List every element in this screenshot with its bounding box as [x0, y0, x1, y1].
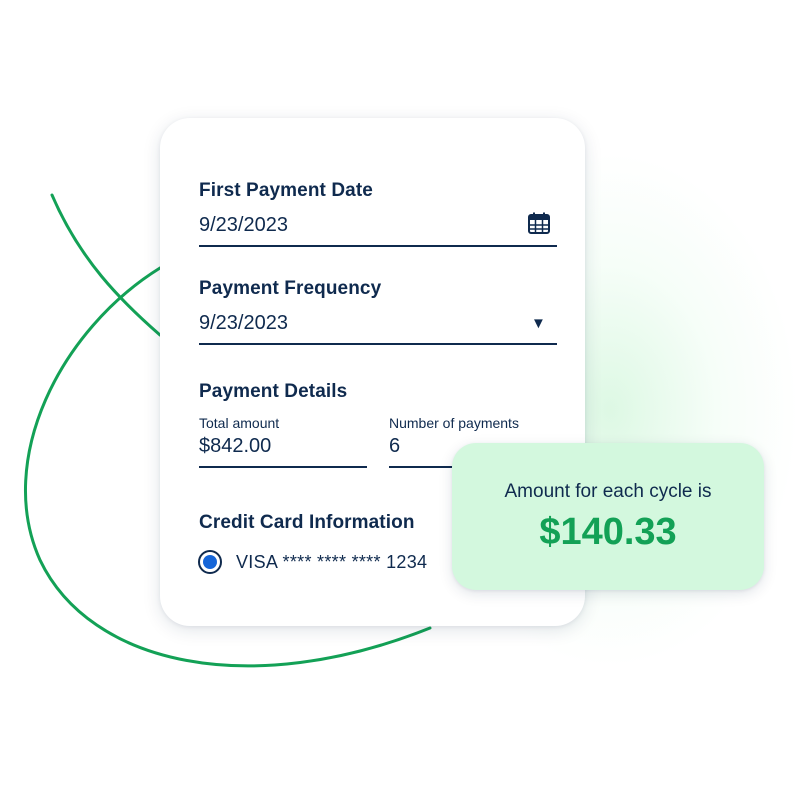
card-number-text[interactable]: VISA **** **** **** 1234: [236, 552, 427, 573]
total-amount-label: Total amount: [199, 415, 280, 431]
first-payment-date-label: First Payment Date: [199, 180, 373, 201]
calendar-icon[interactable]: [528, 212, 550, 234]
payment-frequency-underline: [199, 343, 557, 345]
number-of-payments-label: Number of payments: [389, 415, 519, 431]
result-caption: Amount for each cycle is: [504, 481, 712, 502]
number-of-payments-value[interactable]: 6: [389, 435, 400, 458]
result-box: Amount for each cycle is $140.33: [452, 443, 764, 590]
result-amount: $140.33: [539, 511, 677, 553]
card-radio-button[interactable]: [198, 550, 222, 574]
first-payment-date-value[interactable]: 9/23/2023: [199, 214, 288, 237]
payment-details-label: Payment Details: [199, 381, 348, 402]
credit-card-label: Credit Card Information: [199, 512, 415, 533]
total-amount-underline: [199, 466, 367, 468]
payment-frequency-value[interactable]: 9/23/2023: [199, 312, 288, 335]
total-amount-value[interactable]: $842.00: [199, 435, 271, 458]
caret-down-icon[interactable]: ▼: [531, 315, 546, 332]
radio-selected-dot: [203, 555, 217, 569]
payment-frequency-label: Payment Frequency: [199, 278, 382, 299]
first-payment-date-underline: [199, 245, 557, 247]
